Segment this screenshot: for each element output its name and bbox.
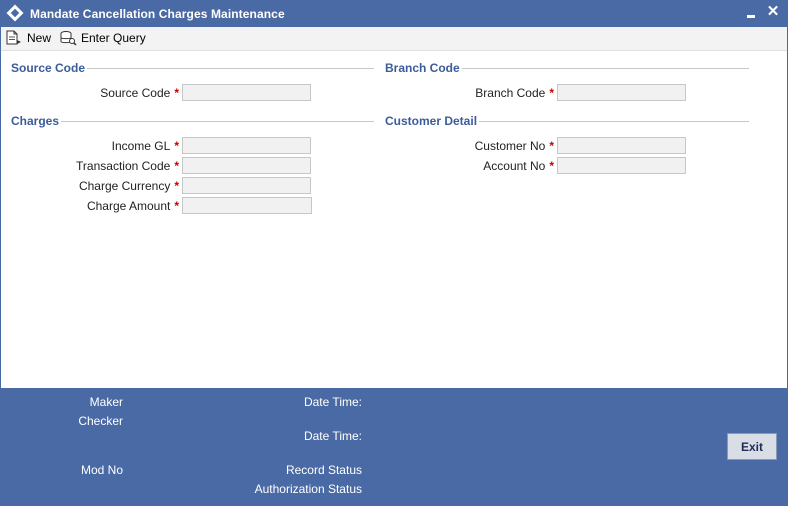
- branch-code-section-header: Branch Code: [385, 61, 462, 75]
- charge-amount-label: Charge Amount *: [86, 199, 179, 213]
- maker-date-time-label: Date Time:: [303, 395, 362, 409]
- income-gl-input[interactable]: [182, 137, 311, 154]
- source-code-section-header: Source Code: [11, 61, 88, 75]
- title-bar: Mandate Cancellation Charges Maintenance…: [1, 1, 787, 27]
- toolbar: New Enter Query: [1, 27, 787, 51]
- source-code-label: Source Code *: [100, 86, 179, 100]
- required-marker: *: [174, 139, 179, 153]
- source-code-input[interactable]: [182, 84, 311, 101]
- charge-currency-input[interactable]: [182, 177, 311, 194]
- required-marker: *: [174, 179, 179, 193]
- authorization-status-label: Authorization Status: [254, 482, 362, 496]
- close-icon[interactable]: ✕: [765, 4, 781, 22]
- charge-currency-label: Charge Currency *: [78, 179, 179, 193]
- checker-label: Checker: [78, 414, 123, 428]
- account-no-input[interactable]: [557, 157, 686, 174]
- account-no-label: Account No *: [483, 159, 554, 173]
- required-marker: *: [174, 86, 179, 100]
- income-gl-label: Income GL *: [111, 139, 179, 153]
- customer-detail-section-header: Customer Detail: [385, 114, 480, 128]
- new-button-label: New: [27, 31, 52, 45]
- charges-section-header: Charges: [11, 114, 62, 128]
- mod-no-label: Mod No: [80, 463, 123, 477]
- required-marker: *: [549, 86, 554, 100]
- charges-divider: [11, 121, 374, 122]
- query-icon: [60, 31, 77, 46]
- minimize-icon[interactable]: [743, 4, 759, 22]
- required-marker: *: [174, 159, 179, 173]
- new-button[interactable]: New: [5, 29, 51, 47]
- new-document-icon: [6, 30, 21, 45]
- transaction-code-label: Transaction Code *: [76, 159, 179, 173]
- enter-query-button[interactable]: Enter Query: [59, 29, 146, 47]
- diamond-icon: [6, 4, 24, 22]
- charge-amount-input[interactable]: [182, 197, 312, 214]
- window-title: Mandate Cancellation Charges Maintenance: [30, 7, 285, 21]
- required-marker: *: [549, 139, 554, 153]
- required-marker: *: [174, 199, 179, 213]
- maker-label: Maker: [89, 395, 123, 409]
- customer-no-label: Customer No *: [474, 139, 554, 153]
- branch-code-label: Branch Code *: [475, 86, 554, 100]
- required-marker: *: [549, 159, 554, 173]
- transaction-code-input[interactable]: [182, 157, 311, 174]
- record-status-label: Record Status: [285, 463, 362, 477]
- enter-query-label: Enter Query: [81, 31, 146, 45]
- exit-button[interactable]: Exit: [727, 433, 777, 460]
- main-window: Mandate Cancellation Charges Maintenance…: [0, 0, 788, 506]
- customer-no-input[interactable]: [557, 137, 686, 154]
- checker-date-time-label: Date Time:: [303, 429, 362, 443]
- audit-footer: Maker Checker Mod No Date Time: Date Tim…: [1, 388, 787, 505]
- branch-code-input[interactable]: [557, 84, 686, 101]
